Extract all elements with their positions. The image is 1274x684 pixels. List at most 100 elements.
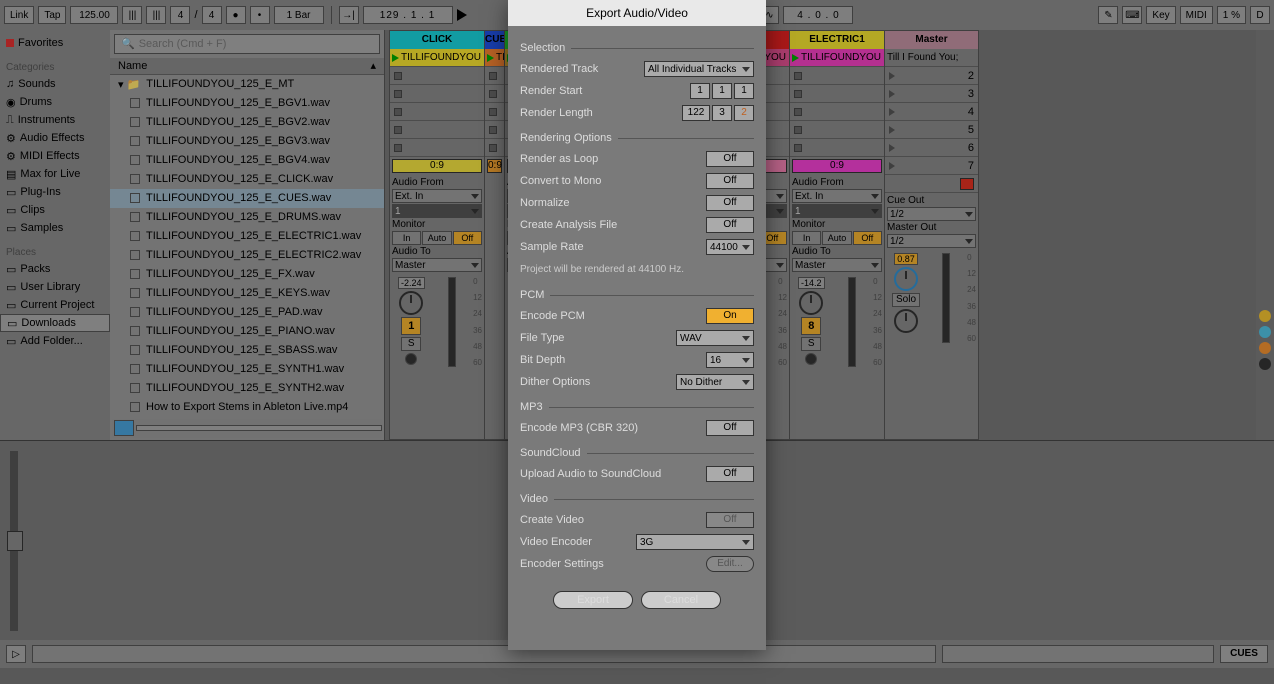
monitor-off-button[interactable]: Off: [453, 231, 482, 245]
clip-09[interactable]: 0:9: [487, 159, 502, 173]
track-header[interactable]: ELECTRIC1: [790, 31, 884, 49]
clip-slot[interactable]: [390, 139, 484, 157]
metronome2-icon[interactable]: |||: [146, 6, 166, 24]
note-icon[interactable]: ●: [226, 6, 246, 24]
upload-sc-toggle[interactable]: Off: [706, 466, 754, 482]
file-row[interactable]: TILLIFOUNDYOU_125_E_DRUMS.wav: [110, 208, 384, 227]
normalize-toggle[interactable]: Off: [706, 195, 754, 211]
clip-09[interactable]: 0:9: [792, 159, 882, 173]
file-type-dropdown[interactable]: WAV: [676, 330, 754, 346]
preview-scrubber[interactable]: [136, 425, 382, 431]
search-input[interactable]: 🔍 Search (Cmd + F): [114, 34, 380, 54]
cue-out-dropdown[interactable]: 1/2: [887, 207, 976, 221]
quantize-menu[interactable]: 1 Bar: [274, 6, 324, 24]
sidebar-item-samples[interactable]: ▭Samples: [0, 219, 110, 237]
bit-depth-dropdown[interactable]: 16: [706, 352, 754, 368]
render-length-field[interactable]: 12232: [682, 105, 754, 121]
clip-slot[interactable]: [390, 121, 484, 139]
audio-from-dropdown[interactable]: Ext. In: [792, 189, 882, 203]
file-row[interactable]: TILLIFOUNDYOU_125_E_KEYS.wav: [110, 284, 384, 303]
render-loop-toggle[interactable]: Off: [706, 151, 754, 167]
file-row[interactable]: TILLIFOUNDYOU_125_E_CUES.wav: [110, 189, 384, 208]
clip[interactable]: TILLIFOUNDYOU: [790, 49, 884, 67]
cancel-button[interactable]: Cancel: [641, 591, 721, 609]
dither-dropdown[interactable]: No Dither: [676, 374, 754, 390]
pan-knob[interactable]: [799, 291, 823, 315]
scene-stop[interactable]: [885, 175, 978, 193]
clip-slot[interactable]: [790, 67, 884, 85]
sidebar-item-midi-effects[interactable]: ⚙MIDI Effects: [0, 147, 110, 165]
tap-button[interactable]: Tap: [38, 6, 66, 24]
clip-slot[interactable]: [485, 67, 504, 85]
level-meter[interactable]: [448, 277, 456, 367]
sig-den[interactable]: 4: [202, 6, 222, 24]
monitor-auto-button[interactable]: Auto: [422, 231, 451, 245]
keyboard-icon[interactable]: ⌨: [1122, 6, 1142, 24]
clip-slot[interactable]: [390, 103, 484, 121]
audio-to-dropdown[interactable]: Master: [792, 258, 882, 272]
io-toggle[interactable]: [1259, 310, 1271, 322]
encode-mp3-toggle[interactable]: Off: [706, 420, 754, 436]
folder-row[interactable]: ▾ 📁 TILLIFOUNDYOU_125_E_MT: [110, 75, 384, 93]
sidebar-item-packs[interactable]: ▭Packs: [0, 260, 110, 278]
monitor-off-button[interactable]: Off: [853, 231, 882, 245]
file-row[interactable]: TILLIFOUNDYOU_125_E_ELECTRIC2.wav: [110, 246, 384, 265]
record-button[interactable]: [805, 353, 817, 365]
pan-knob[interactable]: [399, 291, 423, 315]
file-row[interactable]: TILLIFOUNDYOU_125_E_FX.wav: [110, 265, 384, 284]
link-button[interactable]: Link: [4, 6, 34, 24]
audio-to-dropdown[interactable]: Master: [392, 258, 482, 272]
scene-slot[interactable]: 3: [885, 85, 978, 103]
file-row[interactable]: TILLIFOUNDYOU_125_E_CLICK.wav: [110, 170, 384, 189]
master-pan-knob[interactable]: [894, 309, 918, 333]
mixer-toggle[interactable]: [1259, 342, 1271, 354]
scene-slot[interactable]: 7: [885, 157, 978, 175]
tempo-field[interactable]: 125.00: [70, 6, 118, 24]
export-button[interactable]: Export: [553, 591, 633, 609]
sends-toggle[interactable]: [1259, 326, 1271, 338]
file-row[interactable]: TILLIFOUNDYOU_125_E_PAD.wav: [110, 303, 384, 322]
clip-slot[interactable]: [790, 103, 884, 121]
master-db[interactable]: 0.87: [894, 253, 918, 265]
record-button[interactable]: [405, 353, 417, 365]
rendered-track-dropdown[interactable]: All Individual Tracks: [644, 61, 754, 77]
clip-slot[interactable]: [485, 139, 504, 157]
preview-play-button[interactable]: [114, 420, 134, 436]
sidebar-item-max-for-live[interactable]: ▤Max for Live: [0, 165, 110, 183]
position-field[interactable]: 129 . 1 . 1: [363, 6, 453, 24]
monitor-auto-button[interactable]: Auto: [822, 231, 851, 245]
master-out-dropdown[interactable]: 1/2: [887, 234, 976, 248]
solo-button[interactable]: S: [801, 337, 821, 351]
audio-from-dropdown[interactable]: Ext. In: [392, 189, 482, 203]
clip-slot[interactable]: [790, 139, 884, 157]
draw-icon[interactable]: ✎: [1098, 6, 1118, 24]
dot-icon[interactable]: •: [250, 6, 270, 24]
sidebar-item-instruments[interactable]: ⎍Instruments: [0, 111, 110, 129]
metronome-icon[interactable]: |||: [122, 6, 142, 24]
scene-slot[interactable]: 4: [885, 103, 978, 121]
scene-1[interactable]: Till I Found You;: [885, 49, 978, 67]
clip-slot[interactable]: [485, 121, 504, 139]
master-meter[interactable]: [942, 253, 950, 343]
status-play-icon[interactable]: ▷: [6, 645, 26, 663]
clip[interactable]: TILLIFOUNDYOU: [390, 49, 484, 67]
scene-slot[interactable]: 5: [885, 121, 978, 139]
midi-button[interactable]: MIDI: [1180, 6, 1213, 24]
render-start-field[interactable]: 111: [690, 83, 754, 99]
sort-icon[interactable]: ▴: [370, 59, 376, 72]
clip-slot[interactable]: [390, 85, 484, 103]
channel-dropdown[interactable]: 1: [392, 204, 482, 218]
sidebar-item-clips[interactable]: ▭Clips: [0, 201, 110, 219]
master-header[interactable]: Master: [885, 31, 978, 49]
sidebar-item-plug-ins[interactable]: ▭Plug-Ins: [0, 183, 110, 201]
db-value[interactable]: -14.2: [798, 277, 825, 289]
encode-pcm-toggle[interactable]: On: [706, 308, 754, 324]
db-value[interactable]: -2.24: [398, 277, 425, 289]
file-row[interactable]: TILLIFOUNDYOU_125_E_SYNTH1.wav: [110, 360, 384, 379]
sidebar-item-current-project[interactable]: ▭Current Project: [0, 296, 110, 314]
follow-icon[interactable]: →|: [339, 6, 359, 24]
sidebar-item-sounds[interactable]: ♫Sounds: [0, 75, 110, 93]
video-encoder-dropdown[interactable]: 3G: [636, 534, 754, 550]
file-row[interactable]: How to Export Stems in Ableton Live.mp4: [110, 398, 384, 417]
level-meter[interactable]: [848, 277, 856, 367]
